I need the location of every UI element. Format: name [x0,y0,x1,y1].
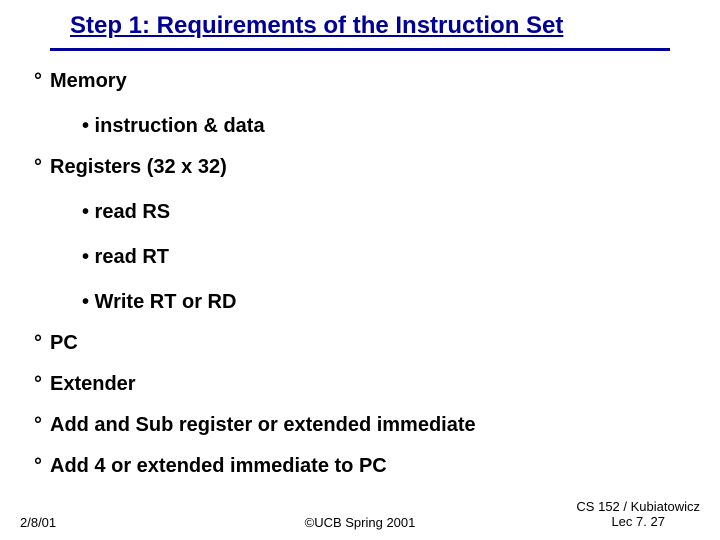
bullet-level2: • read RS [34,201,674,224]
slide-title: Step 1: Requirements of the Instruction … [70,12,563,40]
title-underline-rule [50,48,670,51]
footer-course-line2: Lec 7. 27 [576,515,700,530]
bullet-text: Registers (32 x 32) [50,156,227,179]
degree-bullet-icon: ° [34,332,50,355]
bullet-text: Memory [50,70,127,93]
bullet-text: • Write RT or RD [34,291,236,314]
bullet-level1: °Registers (32 x 32) [34,156,674,179]
bullet-text: Extender [50,373,136,396]
bullet-text: • read RT [34,246,169,269]
degree-bullet-icon: ° [34,70,50,93]
degree-bullet-icon: ° [34,414,50,437]
bullet-text: • read RS [34,201,170,224]
bullet-level1: °Add 4 or extended immediate to PC [34,455,674,478]
degree-bullet-icon: ° [34,156,50,179]
footer-course-info: CS 152 / Kubiatowicz Lec 7. 27 [576,500,700,530]
degree-bullet-icon: ° [34,455,50,478]
bullet-level1: °Memory [34,70,674,93]
bullet-text: • instruction & data [34,115,265,138]
slide: Step 1: Requirements of the Instruction … [0,0,720,540]
degree-bullet-icon: ° [34,373,50,396]
bullet-level2: • read RT [34,246,674,269]
footer: 2/8/01 ©UCB Spring 2001 CS 152 / Kubiato… [20,500,700,530]
footer-course-line1: CS 152 / Kubiatowicz [576,500,700,515]
bullet-level1: °PC [34,332,674,355]
bullet-level2: • instruction & data [34,115,674,138]
footer-date: 2/8/01 [20,515,56,530]
bullet-text: Add and Sub register or extended immedia… [50,414,476,437]
bullet-text: Add 4 or extended immediate to PC [50,455,387,478]
bullet-text: PC [50,332,78,355]
bullet-level1: °Extender [34,373,674,396]
content-area: °Memory• instruction & data°Registers (3… [34,70,674,478]
bullet-level1: °Add and Sub register or extended immedi… [34,414,674,437]
bullet-level2: • Write RT or RD [34,291,674,314]
